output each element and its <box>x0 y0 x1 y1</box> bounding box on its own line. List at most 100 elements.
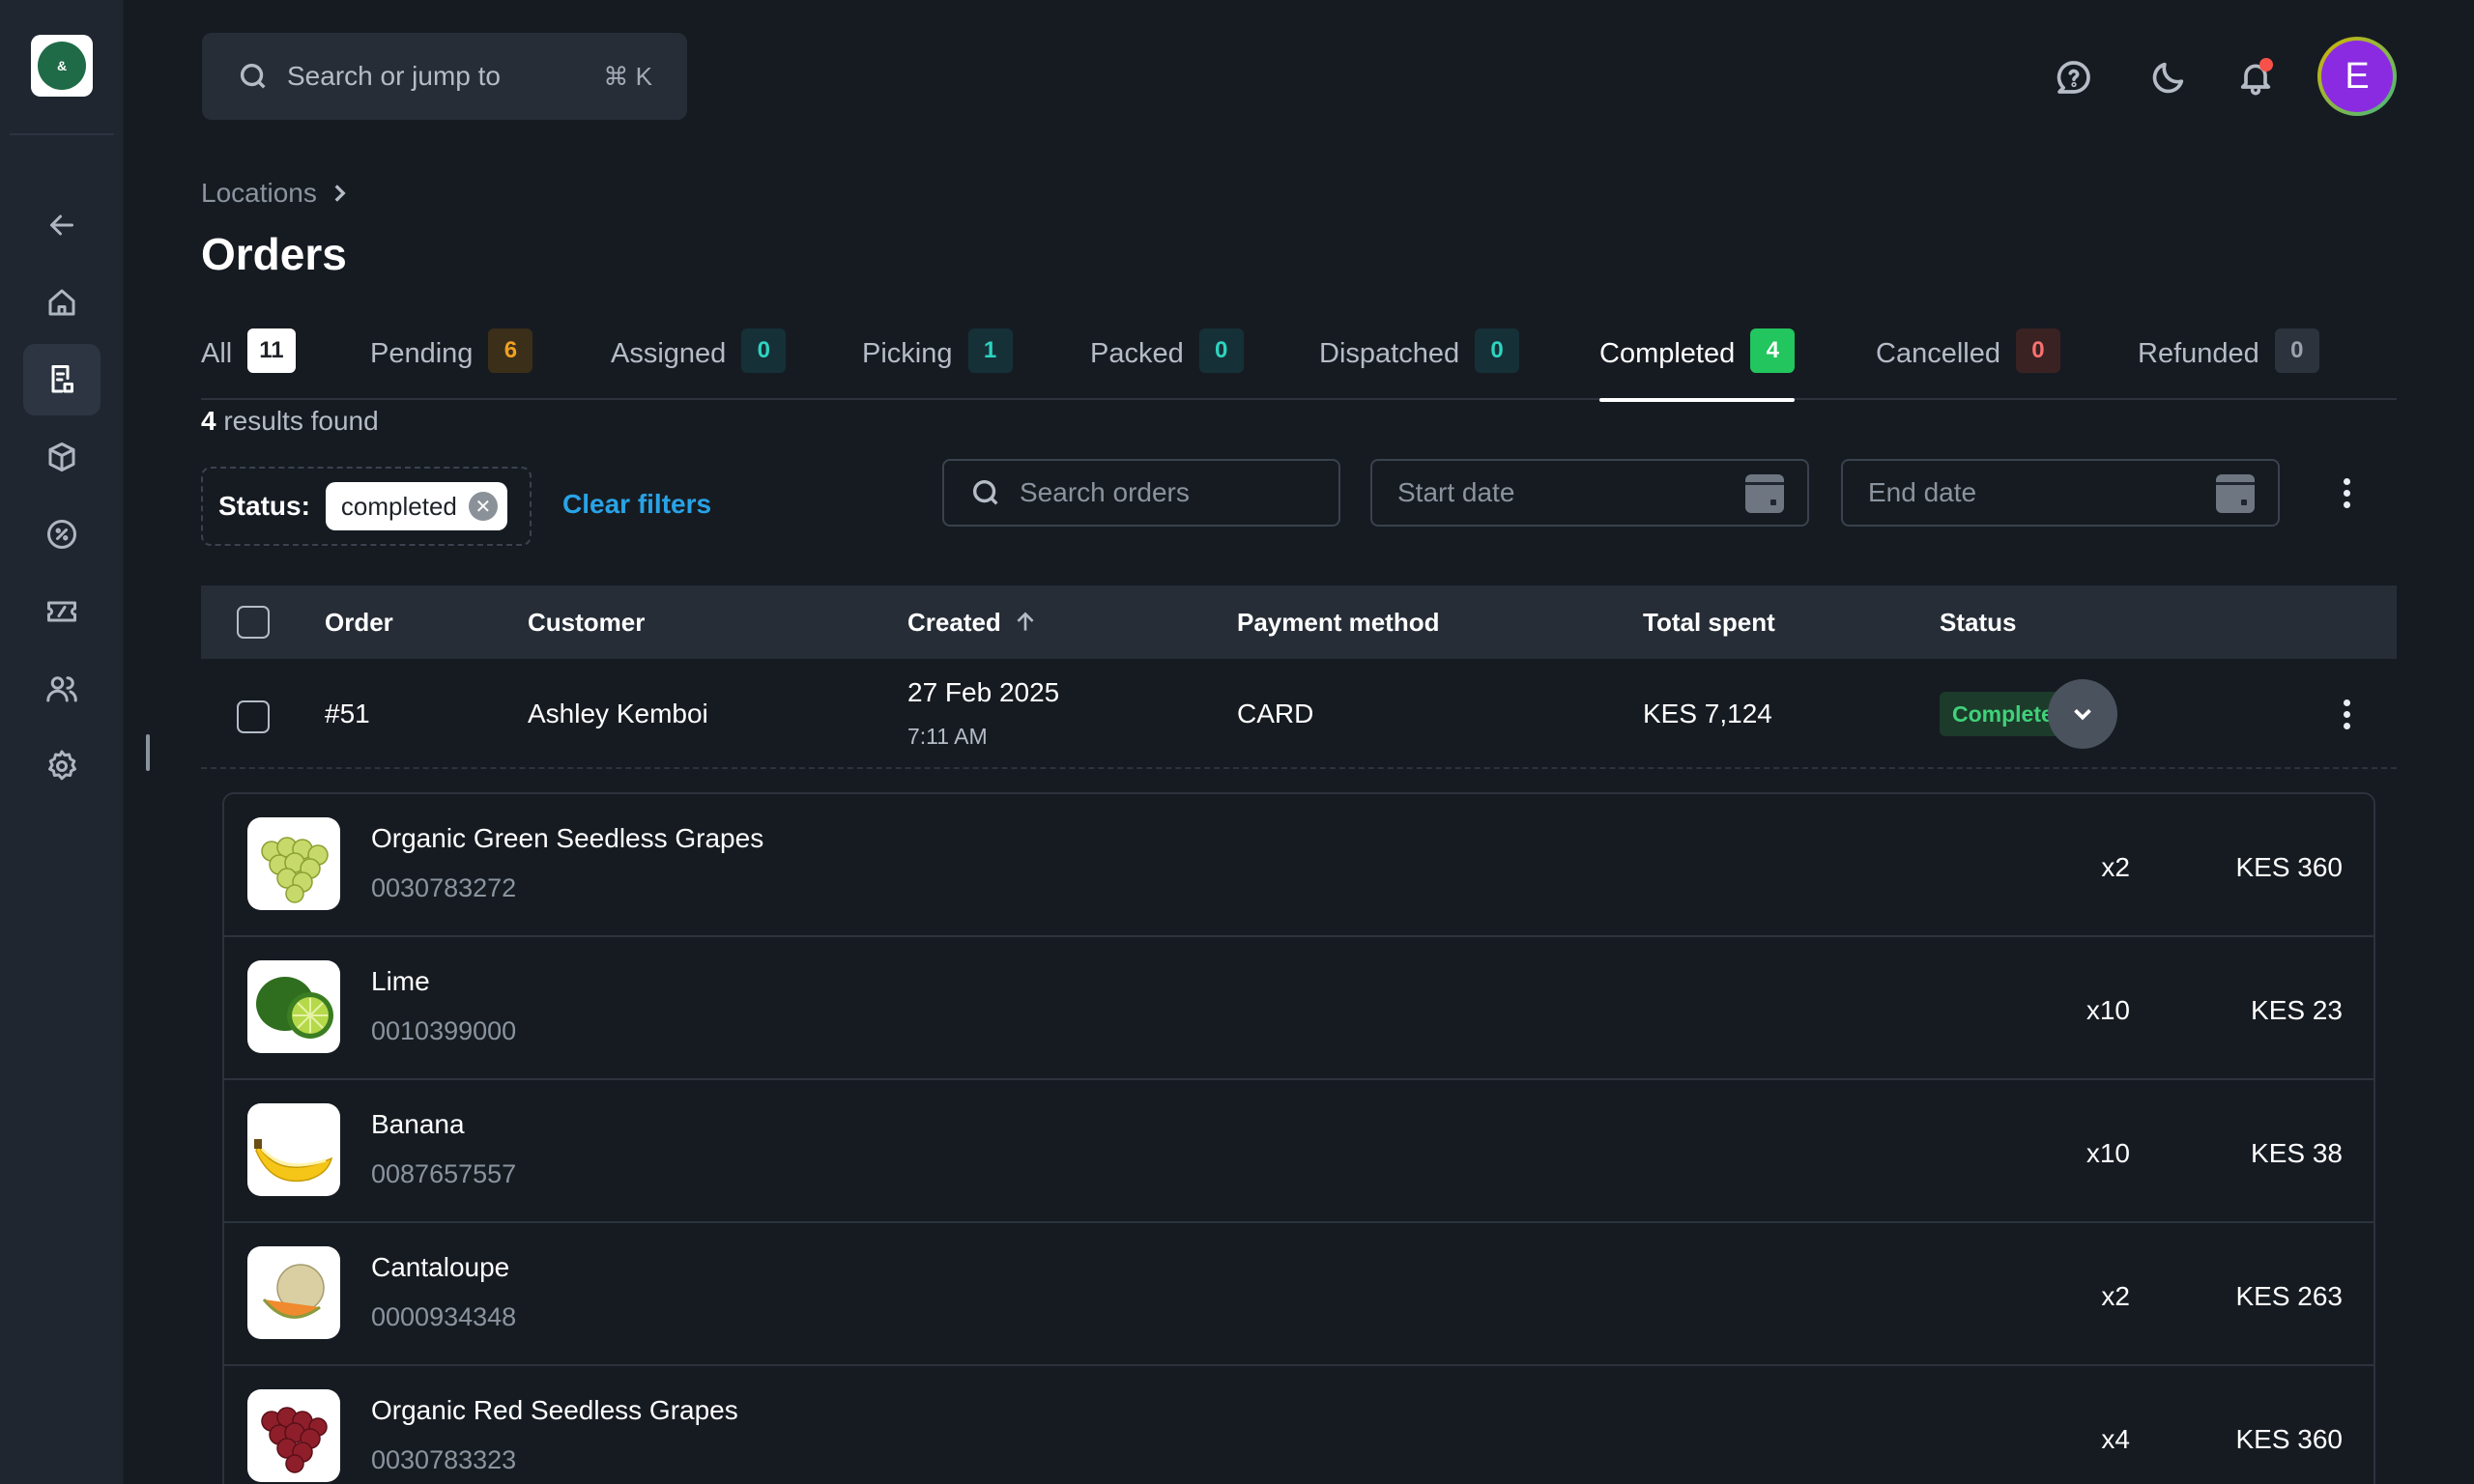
order-item: Banana 0087657557 x10 KES 38 <box>224 1080 2373 1223</box>
item-price: KES 360 <box>2235 1424 2343 1454</box>
more-icon-dot <box>2343 722 2350 729</box>
item-quantity: x2 <box>2101 852 2130 882</box>
sidebar-item-orders[interactable] <box>23 344 101 415</box>
start-date-input[interactable]: Start date <box>1370 459 1809 527</box>
notifications-button[interactable] <box>2236 58 2275 97</box>
tab-label: Picking <box>862 338 953 369</box>
order-items-panel: Organic Green Seedless Grapes 0030783272… <box>222 792 2375 1484</box>
gear-icon <box>48 750 76 781</box>
status-filter: Status: completed ✕ <box>201 467 532 546</box>
more-icon-dot <box>2343 699 2350 706</box>
results-label: results found <box>223 406 379 436</box>
tab-count-badge: 0 <box>2015 328 2060 373</box>
search-icon <box>240 63 266 89</box>
tab-picking[interactable]: Picking 1 <box>862 328 1013 396</box>
item-sku: 0000934348 <box>371 1302 517 1331</box>
header-customer[interactable]: Customer <box>528 585 645 659</box>
tab-completed[interactable]: Completed 4 <box>1599 328 1796 402</box>
tab-packed[interactable]: Packed 0 <box>1090 328 1244 396</box>
status-filter-chip[interactable]: completed ✕ <box>325 482 507 530</box>
sidebar-resize-handle[interactable] <box>146 734 150 771</box>
calendar-icon[interactable] <box>1745 474 1784 513</box>
app-logo[interactable]: & <box>31 35 93 97</box>
sidebar-item-discounts[interactable] <box>23 499 101 570</box>
sidebar-item-products[interactable] <box>23 421 101 493</box>
tab-count-badge: 11 <box>247 328 296 373</box>
select-all-checkbox[interactable] <box>237 606 270 639</box>
order-number[interactable]: #51 <box>325 699 370 729</box>
start-date-placeholder: Start date <box>1397 477 1515 507</box>
clear-filters-link[interactable]: Clear filters <box>562 489 711 520</box>
item-price: KES 263 <box>2235 1281 2343 1311</box>
search-icon <box>972 479 998 505</box>
item-name: Organic Red Seedless Grapes <box>371 1395 738 1425</box>
tab-count-badge: 6 <box>488 328 533 373</box>
global-search[interactable]: Search or jump to ⌘ K <box>202 33 687 120</box>
item-quantity: x10 <box>2086 995 2130 1025</box>
banana-icon <box>254 1139 333 1183</box>
breadcrumb-locations[interactable]: Locations <box>201 178 317 209</box>
sidebar-item-users[interactable] <box>23 653 101 725</box>
header-total[interactable]: Total spent <box>1643 585 1775 659</box>
breadcrumb: Locations <box>201 178 352 209</box>
sidebar-item-coupons[interactable] <box>23 576 101 647</box>
end-date-input[interactable]: End date <box>1841 459 2280 527</box>
header-payment[interactable]: Payment method <box>1237 585 1440 659</box>
remove-filter-icon[interactable]: ✕ <box>468 492 498 521</box>
table-row[interactable]: #51 Ashley Kemboi 27 Feb 2025 7:11 AM CA… <box>201 659 2397 769</box>
back-button[interactable] <box>23 189 101 261</box>
order-item: Lime 0010399000 x10 KES 23 <box>224 937 2373 1080</box>
tab-all[interactable]: All 11 <box>201 328 296 396</box>
results-number: 4 <box>201 406 216 436</box>
tab-cancelled[interactable]: Cancelled 0 <box>1876 328 2060 396</box>
avatar[interactable]: E <box>2317 37 2397 116</box>
created-time: 7:11 AM <box>907 724 988 749</box>
item-quantity: x10 <box>2086 1138 2130 1168</box>
tab-dispatched[interactable]: Dispatched 0 <box>1319 328 1520 396</box>
lime-icon <box>256 977 333 1039</box>
users-icon <box>46 676 77 702</box>
tab-pending[interactable]: Pending 6 <box>370 328 533 396</box>
notification-dot <box>2259 58 2273 71</box>
calendar-icon[interactable] <box>2216 474 2255 513</box>
cantaloupe-icon <box>262 1264 325 1319</box>
tab-label: All <box>201 338 233 369</box>
tab-label: Cancelled <box>1876 338 2000 369</box>
header-order[interactable]: Order <box>325 585 393 659</box>
tab-count-badge: 0 <box>1475 328 1520 373</box>
chevron-down-icon <box>2074 708 2091 721</box>
red-grapes-icon <box>261 1407 328 1473</box>
tab-label: Completed <box>1599 338 1736 369</box>
order-item: Organic Green Seedless Grapes 0030783272… <box>224 794 2373 937</box>
row-checkbox[interactable] <box>237 700 270 733</box>
sidebar-item-home[interactable] <box>23 267 101 338</box>
banana-image <box>247 1103 340 1196</box>
header-status[interactable]: Status <box>1940 585 2016 659</box>
status-chip-value: completed <box>340 491 457 521</box>
sidebar-item-settings[interactable] <box>23 730 101 802</box>
tab-label: Packed <box>1090 338 1184 369</box>
created-date: 27 Feb 2025 <box>907 677 1060 707</box>
help-button[interactable] <box>2055 58 2093 97</box>
tab-refunded[interactable]: Refunded 0 <box>2138 328 2319 396</box>
tab-label: Pending <box>370 338 474 369</box>
tab-count-badge: 4 <box>1750 328 1796 373</box>
header-created[interactable]: Created <box>907 585 1038 659</box>
expand-row-button[interactable] <box>2048 679 2117 749</box>
more-icon-dot <box>2343 489 2350 497</box>
row-more-button[interactable] <box>2327 695 2366 733</box>
sidebar-divider <box>10 133 114 135</box>
status-tabs: All 11 Pending 6 Assigned 0 Picking 1 Pa… <box>201 325 2397 402</box>
page-title: Orders <box>201 229 347 279</box>
cantaloupe-image <box>247 1246 340 1339</box>
discount-icon <box>47 520 76 549</box>
logo-mark: & <box>38 42 86 90</box>
item-price: KES 38 <box>2251 1138 2343 1168</box>
table-header: Order Customer Created Payment method To… <box>201 585 2397 659</box>
theme-toggle-button[interactable] <box>2149 58 2188 97</box>
total-spent: KES 7,124 <box>1643 699 1772 728</box>
sort-arrow-up-icon <box>1017 612 1034 631</box>
search-orders-input[interactable]: Search orders <box>942 459 1340 527</box>
tab-assigned[interactable]: Assigned 0 <box>611 328 787 396</box>
more-options-button[interactable] <box>2327 473 2366 512</box>
